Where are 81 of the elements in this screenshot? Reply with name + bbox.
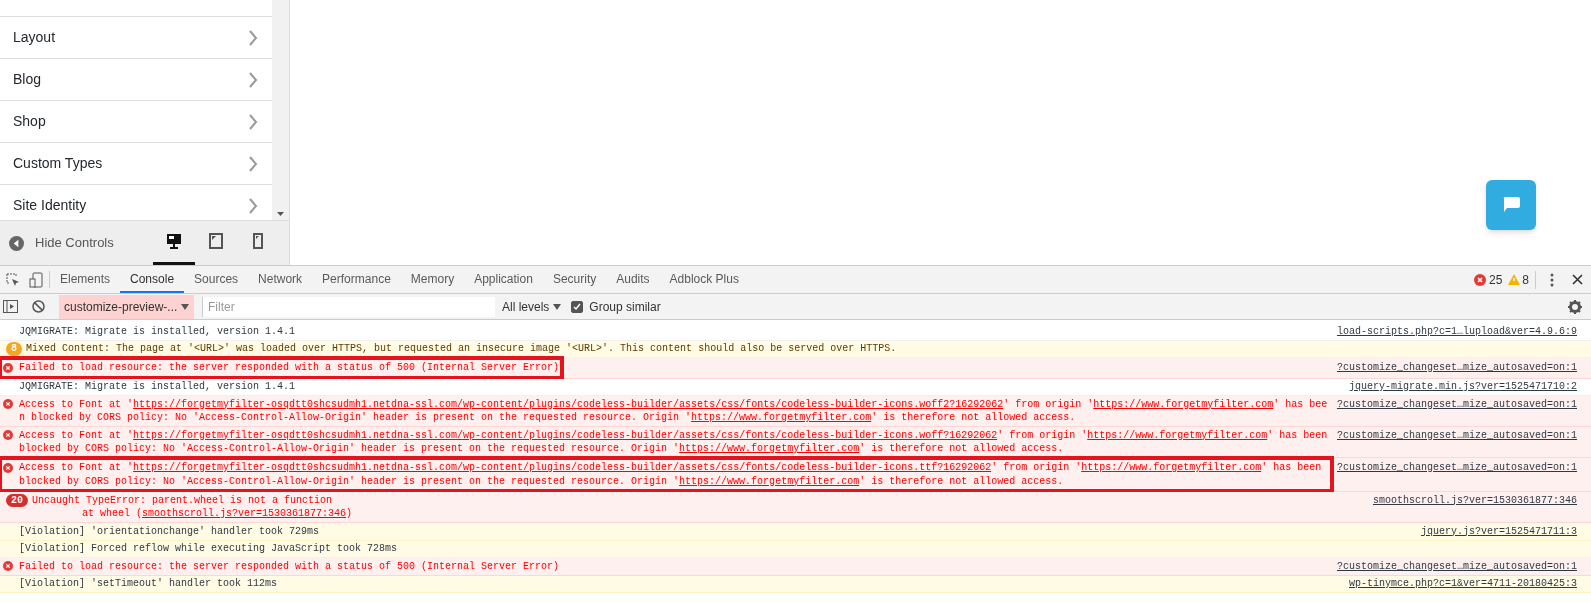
- console-message: Uncaught TypeError: parent.wheel is not a function: [32, 493, 334, 507]
- desktop-icon: [166, 233, 182, 249]
- source-link[interactable]: smoothscroll.js?ver=1530361877:346: [142, 508, 347, 519]
- chevron-right-icon: [248, 197, 259, 214]
- mobile-icon: [253, 233, 263, 249]
- source-link[interactable]: https://www.forgetmyfilter.com: [1087, 429, 1268, 441]
- error-icon: [3, 430, 13, 441]
- source-link[interactable]: jquery-migrate.min.js?ver=1525471710:2: [1340, 380, 1577, 394]
- scroll-down-icon: [277, 212, 285, 216]
- chat-bubble-icon: [1501, 196, 1521, 214]
- source-link[interactable]: ?customize_changeset…mize_autosaved=on:1: [1328, 361, 1577, 375]
- source-link[interactable]: https://forgetmyfilter-osqdtt0shcsudmh1.netdna-ssl.com/wp-content/plugins/codeless-builder/assets/css/fonts/codeless-builder-icons.woff?16292062: [133, 429, 998, 441]
- dropdown-caret-icon: [553, 303, 562, 310]
- error-icon: [3, 561, 13, 572]
- source-link[interactable]: https://www.forgetmyfilter.com: [679, 475, 860, 487]
- warning-count: 8: [1522, 270, 1536, 289]
- source-link[interactable]: ?customize_changeset…mize_autosaved=on:1: [1328, 397, 1577, 411]
- warning-icon: [1508, 274, 1521, 285]
- checkbox[interactable]: [571, 300, 584, 313]
- context-select[interactable]: customize-preview-...: [59, 294, 194, 319]
- error-icon: [1473, 273, 1486, 286]
- error-icon: [3, 399, 13, 410]
- checkmark-icon: [573, 302, 582, 311]
- chevron-right-icon: [248, 155, 259, 172]
- error-icon: [3, 462, 13, 473]
- source-link[interactable]: jquery.js?ver=1525471711:3: [1412, 524, 1577, 538]
- chevron-right-icon: [248, 29, 259, 46]
- source-link[interactable]: https://forgetmyfilter-osqdtt0shcsudmh1.netdna-ssl.com/wp-content/plugins/codeless-builder/assets/css/fonts/codeless-builder-icons.woff2?16292062: [133, 398, 1004, 410]
- console-message: [Violation] Forced reflow while executing JavaScript took 728ms: [19, 542, 398, 556]
- devtools-tab[interactable]: Elements: [50, 266, 121, 293]
- source-link[interactable]: load-scripts.php?c=1…lupload&ver=4.9.6:9: [1328, 324, 1577, 338]
- stack-trace: at wheel (smoothscroll.js?ver=1530361877:346): [81, 507, 353, 521]
- console-message: Mixed Content: The page at '<URL>' was loaded over HTTPS, but requested an insecure image '<URL>'. This content should also be served over HTTPS.: [26, 342, 897, 356]
- devtools-tab[interactable]: Performance: [312, 266, 401, 293]
- repeat-count: 20: [6, 493, 28, 507]
- dropdown-caret-icon: [181, 303, 189, 310]
- collapse-icon: [9, 235, 24, 251]
- devtools-tab[interactable]: Adblock Plus: [659, 266, 749, 293]
- console-message: JQMIGRATE: Migrate is installed, version 1.4.1: [19, 380, 296, 394]
- filter-field[interactable]: Filter: [202, 296, 495, 317]
- source-link[interactable]: smoothscroll.js?ver=1530361877:346: [1364, 493, 1577, 507]
- console-message: [Violation] 'setTimeout' handler took 112ms: [19, 577, 278, 591]
- inspect-icon[interactable]: [6, 272, 20, 287]
- devtools-tab[interactable]: Sources: [184, 266, 249, 293]
- devtools-tab[interactable]: Security: [542, 266, 607, 293]
- checkbox-label[interactable]: Group similar: [589, 297, 661, 316]
- source-link[interactable]: https://www.forgetmyfilter.com: [679, 443, 860, 454]
- devtools-tab[interactable]: Application: [464, 266, 543, 293]
- levels-dropdown[interactable]: All levels: [502, 297, 562, 316]
- chevron-right-icon: [248, 71, 259, 88]
- source-link[interactable]: ?customize_changeset…mize_autosaved=on:1: [1328, 461, 1577, 475]
- source-link[interactable]: https://www.forgetmyfilter.com: [1081, 462, 1262, 473]
- clear-console-icon[interactable]: [32, 300, 45, 313]
- source-link[interactable]: https://www.forgetmyfilter.com: [1093, 398, 1274, 410]
- error-icon: [3, 362, 13, 373]
- source-link[interactable]: https://www.forgetmyfilter.com: [691, 412, 872, 423]
- error-count: 25: [1488, 271, 1503, 289]
- source-link[interactable]: wp-tinymce.php?c=1&ver=4711-20180425:3: [1340, 577, 1577, 591]
- console-message: Access to Font at 'https://forgetmyfilter-osqdtt0shcsudmh1.netdna-ssl.com/wp-content/plugins/codeless-builder/assets/css/fonts/codeless-builder-icons.ttf?16292062' from origin 'https://www.forgetmyfilter.com' has been blocked by CORS policy: No 'Access-Control-Allow-Origin' header is present on the requested resource. Origin 'https://www.forgetmyfilter.com' is therefore not allowed access.: [19, 461, 1323, 488]
- more-options-icon[interactable]: [1550, 272, 1554, 287]
- devtools-tab[interactable]: Memory: [400, 266, 465, 293]
- console-message: JQMIGRATE: Migrate is installed, version 1.4.1: [19, 324, 296, 338]
- settings-icon[interactable]: [1568, 299, 1582, 314]
- console-message: Failed to load resource: the server responded with a status of 500 (Internal Server Error): [19, 559, 560, 573]
- console-message: Access to Font at 'https://forgetmyfilter-osqdtt0shcsudmh1.netdna-ssl.com/wp-content/plugins/codeless-builder/assets/css/fonts/codeless-builder-icons.woff?16292062' from origin 'https://www.forgetmyfilter.com' has been blocked by CORS policy: No 'Access-Control-Allow-Origin' header is present on the requested resource. Origin 'https://www.forgetmyfilter.com' is therefore not allowed access.: [19, 428, 1329, 456]
- device-toolbar-icon[interactable]: [29, 271, 43, 288]
- close-icon[interactable]: [1572, 274, 1583, 285]
- console-message: Access to Font at 'https://forgetmyfilter-osqdtt0shcsudmh1.netdna-ssl.com/wp-content/plugins/codeless-builder/assets/css/fonts/codeless-builder-icons.woff2?16292062' from origin 'https://www.forgetmyfilter.com' has been blocked by CORS policy: No 'Access-Control-Allow-Origin' header is present on the requested resource. Origin 'https://www.forgetmyfilter.com' is therefore not allowed access.: [19, 397, 1329, 425]
- tablet-icon: [209, 233, 223, 249]
- chat-button[interactable]: [1486, 180, 1536, 230]
- hide-controls-button[interactable]: Hide Controls: [9, 233, 114, 253]
- source-link[interactable]: ?customize_changeset…mize_autosaved=on:1: [1328, 428, 1577, 442]
- source-link[interactable]: ?customize_changeset…mize_autosaved=on:1: [1328, 559, 1577, 573]
- console-message: Failed to load resource: the server responded with a status of 500 (Internal Server Error): [19, 361, 560, 375]
- sidebar-toggle-icon[interactable]: [3, 300, 18, 313]
- devtools-tab[interactable]: Audits: [606, 266, 660, 293]
- source-link[interactable]: https://forgetmyfilter-osqdtt0shcsudmh1.netdna-ssl.com/wp-content/plugins/codeless-builder/assets/css/fonts/codeless-builder-icons.ttf?16292062: [133, 462, 992, 473]
- chevron-right-icon: [248, 113, 259, 130]
- repeat-count: 8: [6, 342, 22, 356]
- console-message: [Violation] 'orientationchange' handler took 729ms: [19, 524, 320, 538]
- devtools-tab[interactable]: Network: [248, 266, 313, 293]
